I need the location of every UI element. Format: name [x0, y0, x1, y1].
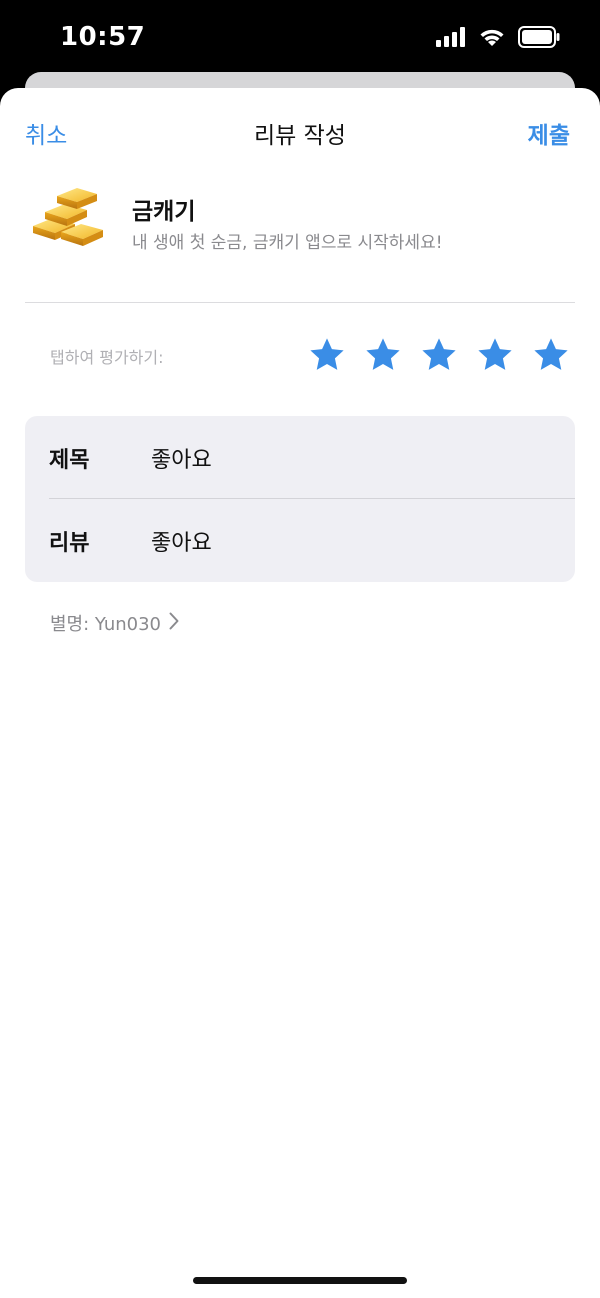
- app-name: 금캐기: [132, 199, 196, 225]
- review-input[interactable]: 좋아요: [151, 525, 212, 557]
- status-icons: [436, 26, 560, 52]
- gold-bars-icon: [31, 180, 111, 250]
- review-form: 제목 좋아요 리뷰 좋아요: [25, 416, 575, 582]
- submit-button[interactable]: 제출: [528, 116, 570, 150]
- signal-icon: [436, 27, 466, 51]
- nav-bar: 취소 리뷰 작성 제출: [0, 88, 600, 174]
- title-label: 제목: [49, 448, 90, 473]
- home-indicator: [193, 1277, 407, 1284]
- star-rating: [308, 336, 570, 374]
- page-title: 리뷰 작성: [254, 123, 346, 149]
- nickname-link[interactable]: 별명: Yun030: [50, 610, 179, 636]
- star-icon-5[interactable]: [532, 336, 570, 374]
- title-field[interactable]: 제목 좋아요: [25, 416, 575, 499]
- wifi-icon: [478, 27, 506, 51]
- battery-icon: [518, 26, 560, 52]
- nickname-text: 별명: Yun030: [50, 614, 162, 635]
- rating-label: 탭하여 평가하기:: [50, 348, 164, 367]
- star-icon-1[interactable]: [308, 336, 346, 374]
- status-time: 10:57: [60, 22, 146, 52]
- app-info: 금캐기 내 생애 첫 순금, 금캐기 앱으로 시작하세요!: [25, 180, 575, 260]
- app-subtitle: 내 생애 첫 순금, 금캐기 앱으로 시작하세요!: [132, 233, 443, 253]
- divider: [25, 302, 575, 303]
- star-icon-3[interactable]: [420, 336, 458, 374]
- review-field[interactable]: 리뷰 좋아요: [25, 499, 575, 582]
- chevron-right-icon: [169, 612, 179, 635]
- star-icon-2[interactable]: [364, 336, 402, 374]
- status-bar: 10:57: [0, 0, 600, 80]
- review-label: 리뷰: [49, 531, 90, 556]
- title-input[interactable]: 좋아요: [151, 442, 212, 474]
- review-sheet: 취소 리뷰 작성 제출 금캐기 내 생애 첫 순금, 금캐기 앱으로 시작하세요…: [0, 88, 600, 1298]
- star-icon-4[interactable]: [476, 336, 514, 374]
